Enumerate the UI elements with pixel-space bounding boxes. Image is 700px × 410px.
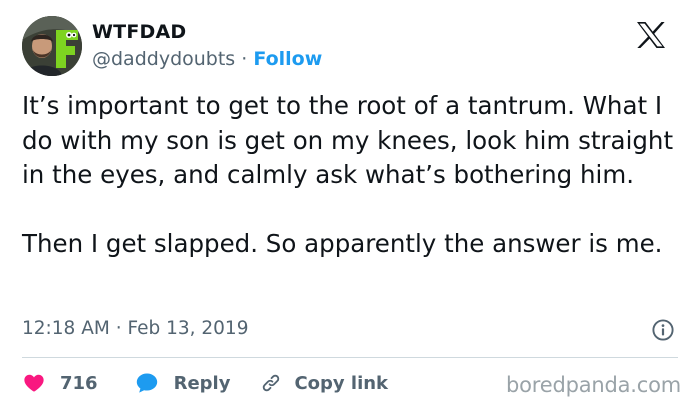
boredpanda-watermark: boredpanda.com <box>506 373 682 397</box>
author-handle-row: @daddydoubts · Follow <box>92 48 322 70</box>
info-icon[interactable] <box>651 318 675 342</box>
tweet-timestamp[interactable]: 12:18 AM · Feb 13, 2019 <box>22 318 248 339</box>
link-icon <box>260 372 282 394</box>
tweet-paragraph: Then I get slapped. So apparently the an… <box>22 229 663 258</box>
tweet-text: It’s important to get to the root of a t… <box>22 89 684 262</box>
heart-icon <box>22 372 46 394</box>
x-logo-icon[interactable] <box>636 21 666 49</box>
author-avatar[interactable] <box>22 16 82 76</box>
tweet-paragraph: It’s important to get to the root of a t… <box>22 91 674 189</box>
speech-bubble-icon <box>134 371 160 395</box>
author-handle[interactable]: @daddydoubts <box>92 48 235 70</box>
reply-label: Reply <box>173 372 231 394</box>
follow-button[interactable]: Follow <box>253 48 322 70</box>
divider <box>22 357 678 358</box>
tweet-actions: 716 Reply Copy link <box>22 368 388 398</box>
copy-link-button[interactable]: Copy link <box>260 372 388 394</box>
reply-button[interactable]: Reply <box>134 371 231 395</box>
handle-separator: · <box>241 48 248 70</box>
copy-link-label: Copy link <box>294 372 389 394</box>
author-display-name[interactable]: WTFDAD <box>92 21 186 43</box>
like-count: 716 <box>60 372 98 394</box>
like-button[interactable]: 716 <box>22 372 98 394</box>
